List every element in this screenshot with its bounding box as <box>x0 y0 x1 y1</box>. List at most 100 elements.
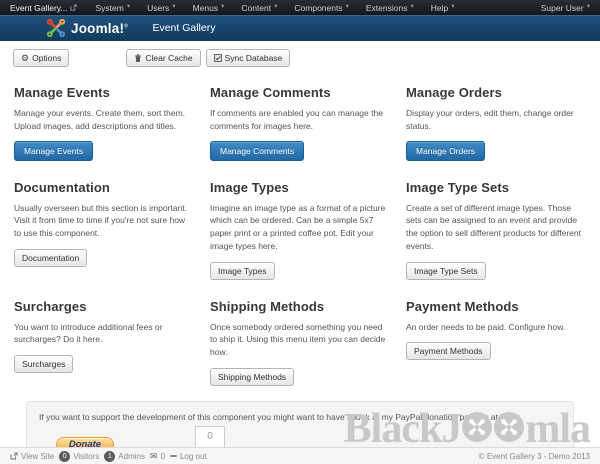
manage-orders-button[interactable]: Manage Orders <box>406 141 485 161</box>
messages-status[interactable]: ✉ 0 <box>150 452 165 461</box>
section-description: Imagine an image type as a format of a p… <box>210 202 390 253</box>
main-content: Manage Events Manage your events. Create… <box>0 72 600 464</box>
menu-system-label: System <box>95 3 123 13</box>
manage-events-button[interactable]: Manage Events <box>14 141 93 161</box>
joomla-logo: Joomla!® <box>46 18 128 38</box>
user-menu[interactable]: Super User ▾ <box>541 3 590 13</box>
section-description: An order needs to be paid. Configure how… <box>406 321 586 334</box>
chevron-down-icon: ▾ <box>274 4 277 11</box>
section-title: Payment Methods <box>406 299 586 314</box>
section-payment-methods: Payment Methods An order needs to be pai… <box>406 292 586 386</box>
payment-methods-button[interactable]: Payment Methods <box>406 342 491 360</box>
copyright-text: © Event Gallery 3 - Demo 2013 <box>479 452 590 461</box>
section-description: If comments are enabled you can manage t… <box>210 107 390 133</box>
clear-cache-button[interactable]: Clear Cache <box>126 49 200 67</box>
logout-label: Log out <box>180 452 207 461</box>
view-site-link[interactable]: View Site <box>10 452 54 461</box>
registered-mark: ® <box>124 23 128 29</box>
section-title: Image Type Sets <box>406 180 586 195</box>
logout-icon <box>170 455 177 457</box>
options-button-label: Options <box>32 53 61 63</box>
chevron-down-icon: ▾ <box>410 4 413 11</box>
section-surcharges: Surcharges You want to introduce additio… <box>14 292 194 386</box>
section-title: Manage Orders <box>406 85 586 100</box>
section-title: Image Types <box>210 180 390 195</box>
menu-help[interactable]: Help▾ <box>431 3 455 13</box>
admin-menu-bar: Event Gallery... System▾ Users▾ Menus▾ C… <box>0 0 600 15</box>
toolbar-button-group: Clear Cache Sync Database <box>126 49 290 67</box>
joomla-logo-icon <box>46 18 66 38</box>
support-intro-text: If you want to support the development o… <box>39 412 561 422</box>
section-image-types: Image Types Imagine an image type as a f… <box>210 173 390 280</box>
sections-grid: Manage Events Manage your events. Create… <box>14 78 586 398</box>
messages-count: 0 <box>161 452 165 461</box>
admins-status[interactable]: 1 Admins <box>104 451 145 462</box>
joomla-header-bar: Joomla!® Event Gallery <box>0 15 600 41</box>
section-title: Documentation <box>14 180 194 195</box>
view-site-label: View Site <box>21 452 54 461</box>
menu-extensions[interactable]: Extensions▾ <box>366 3 414 13</box>
section-manage-orders: Manage Orders Display your orders, edit … <box>406 78 586 161</box>
menu-help-label: Help <box>431 3 448 13</box>
section-description: Manage your events. Create them, sort th… <box>14 107 194 133</box>
sync-database-label: Sync Database <box>225 53 283 63</box>
chevron-down-icon: ▾ <box>127 4 130 11</box>
checkbox-checked-icon <box>214 54 222 62</box>
section-title: Manage Comments <box>210 85 390 100</box>
component-brand-label: Event Gallery... <box>10 3 67 13</box>
section-description: Once somebody ordered something you need… <box>210 321 390 359</box>
flattr-counter: 0 <box>195 426 225 448</box>
menu-components-label: Components <box>294 3 342 13</box>
section-documentation: Documentation Usually overseen but this … <box>14 173 194 280</box>
section-shipping-methods: Shipping Methods Once somebody ordered s… <box>210 292 390 386</box>
chevron-down-icon: ▾ <box>587 4 590 11</box>
menu-content-label: Content <box>241 3 271 13</box>
menu-system[interactable]: System ▾ <box>95 3 130 13</box>
section-manage-events: Manage Events Manage your events. Create… <box>14 78 194 161</box>
admins-count-badge: 1 <box>104 451 115 462</box>
sync-database-button[interactable]: Sync Database <box>206 49 291 67</box>
envelope-icon: ✉ <box>150 452 158 461</box>
clear-cache-label: Clear Cache <box>145 53 192 63</box>
menu-menus-label: Menus <box>193 3 219 13</box>
external-link-icon <box>10 452 18 460</box>
page-title: Event Gallery <box>152 22 215 34</box>
chevron-down-icon: ▾ <box>221 4 224 11</box>
component-brand-link[interactable]: Event Gallery... <box>10 3 77 13</box>
menu-menus[interactable]: Menus▾ <box>193 3 225 13</box>
section-description: Display your orders, edit them, change o… <box>406 107 586 133</box>
external-link-icon <box>70 4 77 11</box>
admins-label: Admins <box>118 452 145 461</box>
joomla-logo-text: Joomla!® <box>71 21 128 36</box>
menu-users-label: Users <box>147 3 169 13</box>
menu-content[interactable]: Content▾ <box>241 3 277 13</box>
user-menu-label: Super User <box>541 3 584 13</box>
image-type-sets-button[interactable]: Image Type Sets <box>406 262 486 280</box>
section-image-type-sets: Image Type Sets Create a set of differen… <box>406 173 586 280</box>
section-manage-comments: Manage Comments If comments are enabled … <box>210 78 390 161</box>
status-bar: View Site 0 Visitors 1 Admins ✉ 0 Log ou… <box>0 447 600 464</box>
section-description: Create a set of different image types. T… <box>406 202 586 253</box>
menu-components[interactable]: Components ▾ <box>294 3 348 13</box>
section-description: You want to introduce additional fees or… <box>14 321 194 347</box>
chevron-down-icon: ▾ <box>346 4 349 11</box>
manage-comments-button[interactable]: Manage Comments <box>210 141 304 161</box>
trash-icon <box>134 54 142 63</box>
documentation-button[interactable]: Documentation <box>14 249 87 267</box>
visitors-status[interactable]: 0 Visitors <box>59 451 99 462</box>
admin-menus: System▾ Users▾ Menus▾ Content▾ Component… <box>95 3 540 13</box>
menu-users[interactable]: Users▾ <box>147 3 175 13</box>
gear-icon: ⚙ <box>21 54 29 63</box>
image-types-button[interactable]: Image Types <box>210 262 275 280</box>
toolbar: ⚙ Options Clear Cache Sync Database <box>0 41 600 72</box>
logout-link[interactable]: Log out <box>170 452 207 461</box>
shipping-methods-button[interactable]: Shipping Methods <box>210 368 294 386</box>
section-description: Usually overseen but this section is imp… <box>14 202 194 240</box>
event-gallery-admin-window: Event Gallery... System▾ Users▾ Menus▾ C… <box>0 0 600 464</box>
visitors-label: Visitors <box>73 452 99 461</box>
chevron-down-icon: ▾ <box>172 4 175 11</box>
menu-extensions-label: Extensions <box>366 3 408 13</box>
section-title: Shipping Methods <box>210 299 390 314</box>
surcharges-button[interactable]: Surcharges <box>14 355 73 373</box>
options-button[interactable]: ⚙ Options <box>13 49 69 67</box>
